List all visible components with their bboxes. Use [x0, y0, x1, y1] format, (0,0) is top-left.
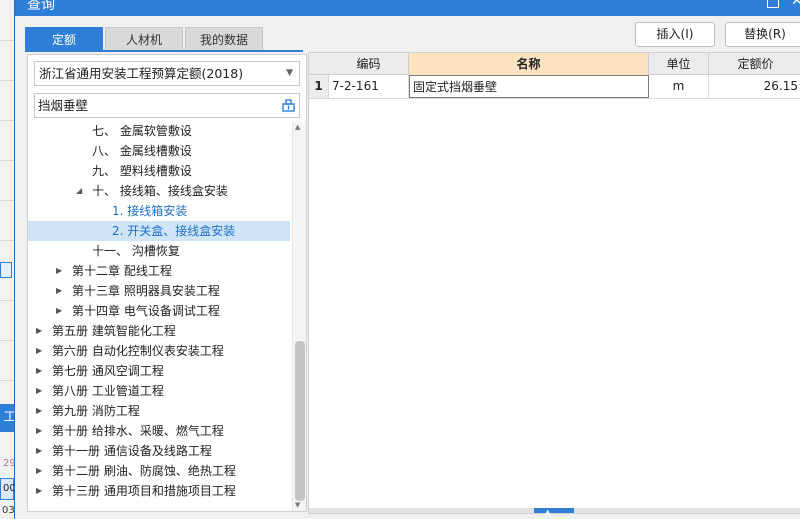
- tree-item-label: 第十二章 配线工程: [72, 264, 172, 278]
- tree-scrollbar[interactable]: ▲ ▼: [292, 121, 306, 511]
- maximize-icon[interactable]: [767, 0, 779, 8]
- column-header-unit[interactable]: 单位: [649, 53, 709, 75]
- tree-item[interactable]: ▶ 第六册 自动化控制仪表安装工程: [28, 341, 290, 361]
- expand-arrow-icon[interactable]: ▶: [36, 361, 42, 381]
- expand-arrow-icon[interactable]: ▶: [36, 441, 42, 461]
- tab-underline: [25, 50, 303, 52]
- expand-arrow-icon[interactable]: ▶: [36, 341, 42, 361]
- expand-arrow-icon[interactable]: ▶: [36, 421, 42, 441]
- bg-row-text: 03: [2, 505, 15, 516]
- tree-item-label: 第九册 消防工程: [52, 404, 140, 418]
- tab-quota[interactable]: 定额: [25, 27, 103, 51]
- tree-item-label: 十一、 沟槽恢复: [92, 244, 180, 258]
- tree-item-label: 第十二册 刷油、防腐蚀、绝热工程: [52, 464, 236, 478]
- chevron-down-icon[interactable]: ▼: [286, 62, 293, 85]
- search-input-value: 挡烟垂壁: [38, 98, 89, 113]
- grid-header: 编码 名称 单位 定额价: [309, 53, 800, 75]
- bg-checkbox: [0, 262, 12, 278]
- dialog-title: 查询: [27, 0, 55, 13]
- row-index: 1: [309, 75, 329, 98]
- expand-arrow-icon[interactable]: ▶: [56, 261, 62, 281]
- expand-arrow-icon[interactable]: ▶: [36, 381, 42, 401]
- tree-item-label: 第十三章 照明器具安装工程: [72, 284, 220, 298]
- panel-splitter-handle[interactable]: [534, 508, 574, 513]
- quota-library-value: 浙江省通用安装工程预算定额(2018): [39, 66, 244, 81]
- chevron-up-icon[interactable]: ▲: [545, 508, 550, 516]
- expand-arrow-icon[interactable]: ▶: [56, 301, 62, 321]
- tree-item[interactable]: 十一、 沟槽恢复: [28, 241, 290, 261]
- tree-item-label: 七、 金属软管敷设: [92, 124, 192, 138]
- tree-item[interactable]: 1. 接线箱安装: [28, 201, 290, 221]
- tree-item-label: 第七册 通风空调工程: [52, 364, 164, 378]
- quota-library-select[interactable]: 浙江省通用安装工程预算定额(2018) ▼: [34, 61, 300, 86]
- quota-tree: 七、 金属软管敷设 八、 金属线槽敷设 九、 塑料线槽敷设 ◢ 十、 接线箱、接…: [28, 121, 290, 511]
- cell-name[interactable]: 固定式挡烟垂壁: [409, 75, 649, 98]
- tree-item[interactable]: ▶ 第七册 通风空调工程: [28, 361, 290, 381]
- tree-item[interactable]: ◢ 十、 接线箱、接线盒安装: [28, 181, 290, 201]
- tree-item[interactable]: ▶ 第五册 建筑智能化工程: [28, 321, 290, 341]
- tree-item[interactable]: ▶ 第十二章 配线工程: [28, 261, 290, 281]
- column-header-price[interactable]: 定额价: [709, 53, 800, 75]
- cell-code[interactable]: 7-2-161: [329, 75, 409, 98]
- tree-item[interactable]: ▶ 第十三章 照明器具安装工程: [28, 281, 290, 301]
- dialog-titlebar[interactable]: 查询 ✕: [15, 0, 800, 16]
- tab-materials[interactable]: 人材机: [105, 27, 183, 51]
- result-grid: 编码 名称 单位 定额价 1 7-2-161 固定式挡烟垂壁 m 26.15 ▲: [308, 52, 800, 516]
- expand-arrow-icon[interactable]: ▶: [36, 401, 42, 421]
- tree-item-label: 第六册 自动化控制仪表安装工程: [52, 344, 224, 358]
- tree-item[interactable]: ▶ 第十二册 刷油、防腐蚀、绝热工程: [28, 461, 290, 481]
- scroll-down-icon[interactable]: ▼: [295, 501, 300, 509]
- bg-row-selected: 00: [0, 478, 16, 500]
- tree-item-label: 九、 塑料线槽敷设: [92, 164, 192, 178]
- column-header-code[interactable]: 编码: [329, 53, 409, 75]
- table-row[interactable]: 1 7-2-161 固定式挡烟垂壁 m 26.15: [309, 75, 800, 99]
- tree-item-label: 第十四章 电气设备调试工程: [72, 304, 220, 318]
- expand-arrow-icon[interactable]: ▶: [36, 461, 42, 481]
- collapse-arrow-icon[interactable]: ◢: [76, 181, 82, 201]
- tree-item[interactable]: ▶ 第九册 消防工程: [28, 401, 290, 421]
- tree-item-label: 第八册 工业管道工程: [52, 384, 164, 398]
- query-dialog: 查询 ✕ 定额 人材机 我的数据 插入(I) 替换(R) 浙江省通用安装工程预算…: [14, 0, 800, 519]
- tree-item[interactable]: ▶ 第八册 工业管道工程: [28, 381, 290, 401]
- tree-item[interactable]: ▶ 第十册 给排水、采暖、燃气工程: [28, 421, 290, 441]
- cell-unit[interactable]: m: [649, 75, 709, 98]
- tree-item[interactable]: ▶ 第十四章 电气设备调试工程: [28, 301, 290, 321]
- tree-item-label: 第十三册 通用项目和措施项目工程: [52, 484, 236, 498]
- tree-item[interactable]: 九、 塑料线槽敷设: [28, 161, 290, 181]
- tree-item[interactable]: 七、 金属软管敷设: [28, 121, 290, 141]
- tab-my-data[interactable]: 我的数据: [185, 27, 263, 51]
- replace-button[interactable]: 替换(R): [725, 22, 800, 47]
- tree-item[interactable]: 八、 金属线槽敷设: [28, 141, 290, 161]
- quota-tree-panel: 浙江省通用安装工程预算定额(2018) ▼ 挡烟垂壁 七、 金属软管敷设 八、 …: [27, 54, 307, 512]
- scrollbar-thumb[interactable]: [295, 341, 305, 501]
- expand-arrow-icon[interactable]: ▶: [36, 481, 42, 501]
- tree-item[interactable]: ▶ 第十三册 通用项目和措施项目工程: [28, 481, 290, 501]
- search-input[interactable]: 挡烟垂壁: [34, 93, 300, 118]
- tree-item-label: 1. 接线箱安装: [112, 204, 188, 218]
- insert-button[interactable]: 插入(I): [635, 22, 715, 47]
- tree-item-label: 八、 金属线槽敷设: [92, 144, 192, 158]
- tree-item-label: 第十一册 通信设备及线路工程: [52, 444, 212, 458]
- tree-item-selected[interactable]: 2. 开关盒、接线盒安装: [28, 221, 290, 241]
- search-icon[interactable]: [282, 99, 295, 112]
- expand-arrow-icon[interactable]: ▶: [56, 281, 62, 301]
- close-icon[interactable]: ✕: [791, 0, 800, 9]
- cell-price[interactable]: 26.15: [709, 75, 800, 98]
- tree-item-label: 2. 开关盒、接线盒安装: [112, 224, 236, 238]
- tree-item-label: 第五册 建筑智能化工程: [52, 324, 176, 338]
- tree-item-label: 第十册 给排水、采暖、燃气工程: [52, 424, 224, 438]
- scroll-up-icon[interactable]: ▲: [295, 123, 300, 131]
- tree-item[interactable]: ▶ 第十一册 通信设备及线路工程: [28, 441, 290, 461]
- column-header-name[interactable]: 名称: [409, 53, 649, 75]
- tree-item-label: 十、 接线箱、接线盒安装: [92, 184, 228, 198]
- screen: 工 29 00 03 查询 ✕ 定额 人材机 我的数据 插入(I) 替换(R) …: [0, 0, 800, 519]
- expand-arrow-icon[interactable]: ▶: [36, 321, 42, 341]
